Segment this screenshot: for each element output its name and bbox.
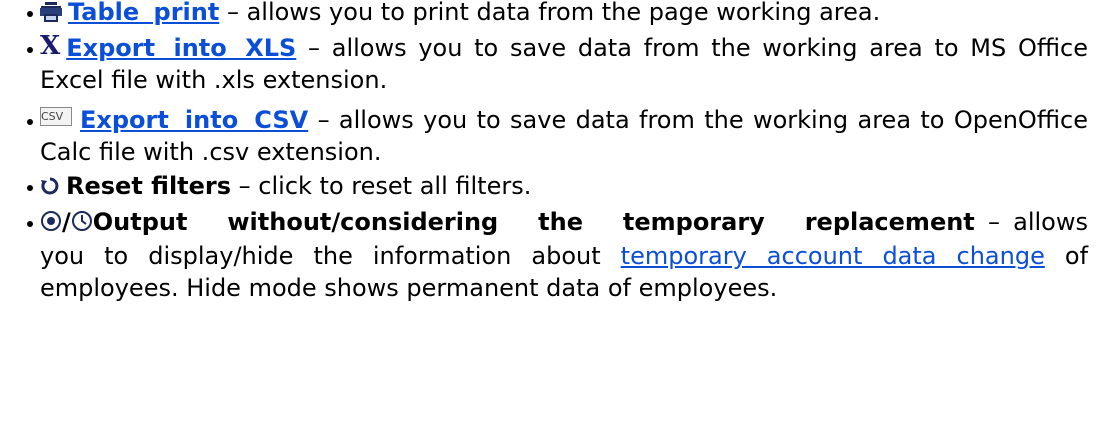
- excel-x-icon: X: [40, 31, 61, 61]
- list-item-table-print: Table print – allows you to print data f…: [0, 0, 1088, 30]
- export-xls-link[interactable]: Export into XLS: [66, 34, 296, 62]
- clock-icon: [71, 208, 93, 240]
- icon-separator: /: [62, 208, 71, 236]
- table-print-description: – allows you to print data from the page…: [219, 0, 881, 26]
- temporary-account-data-change-link[interactable]: temporary account data change: [621, 242, 1045, 270]
- export-csv-link[interactable]: Export into CSV: [80, 106, 308, 134]
- list-item-export-xls: X Export into XLS – allows you to save da…: [0, 32, 1088, 96]
- printer-icon: [40, 0, 62, 30]
- reset-filters-title: Reset filters: [66, 172, 232, 200]
- output-normal-icon: [40, 208, 62, 240]
- reset-icon: [40, 172, 60, 204]
- help-document: Table print – allows you to print data f…: [0, 0, 1110, 439]
- table-print-link[interactable]: Table print: [68, 0, 219, 26]
- list-item-output-replacement: / Output without/considering the tempora…: [0, 206, 1088, 304]
- list-item-reset-filters: Reset filters – click to reset all filte…: [0, 170, 1088, 204]
- output-replacement-title: Output without/considering the temporary…: [92, 208, 975, 236]
- list-item-export-csv: CSV Export into CSV – allows you to save …: [0, 104, 1088, 168]
- reset-filters-description: – click to reset all filters.: [231, 172, 532, 200]
- feature-list: Table print – allows you to print data f…: [0, 0, 1110, 304]
- csv-icon: CSV: [40, 107, 72, 126]
